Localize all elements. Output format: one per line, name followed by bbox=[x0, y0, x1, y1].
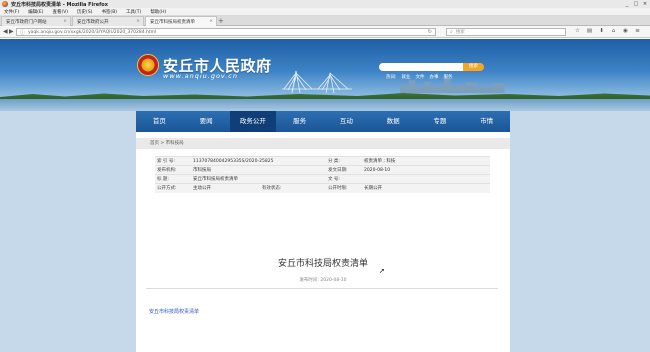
new-tab-button[interactable]: + bbox=[218, 17, 224, 25]
table-row: 标 题: 安丘市科技局权责清单 文 号: bbox=[155, 174, 490, 184]
hotword-link[interactable]: 就业 bbox=[402, 74, 411, 80]
menu-history[interactable]: 历史(S) bbox=[77, 9, 92, 15]
docno-value bbox=[362, 174, 490, 184]
category-label: 分 类: bbox=[326, 156, 362, 166]
menu-edit[interactable]: 编辑(E) bbox=[28, 9, 43, 15]
index-value: 11370784004295335S/2020-25825 bbox=[191, 156, 326, 166]
tab-label: 安丘市政府门户网站 bbox=[6, 19, 47, 25]
publish-date: 发布时间: 2020-08-10 bbox=[299, 278, 347, 283]
document-title: 安丘市科技局权责清单 bbox=[277, 259, 368, 269]
nav-data[interactable]: 数据 bbox=[370, 111, 417, 132]
site-search-input[interactable] bbox=[379, 63, 464, 71]
main-navigation: 首页 要闻 政务公开 服务 互动 数据 专题 市情 bbox=[136, 111, 510, 132]
pocket-icon[interactable]: ◉ bbox=[622, 28, 629, 34]
minimize-button[interactable]: _ bbox=[624, 1, 630, 7]
info-icon[interactable]: ⓘ bbox=[20, 29, 25, 36]
tab-bar: 安丘市政府门户网站 × 安丘市政府公开 × 安丘市科技局权责清单 × + bbox=[0, 15, 650, 26]
document-metadata-table: 索 引 号: 11370784004295335S/2020-25825 分 类… bbox=[155, 156, 490, 193]
address-bar[interactable]: ⓘ yaqk.anqiu.gov.cn/xxgk/2020/3/YAQIU202… bbox=[16, 28, 436, 36]
menu-file[interactable]: 文件(F) bbox=[4, 9, 19, 15]
hotword-link[interactable]: 办事 bbox=[430, 74, 439, 80]
nav-topics[interactable]: 专题 bbox=[417, 111, 464, 132]
table-row: 发布机构: 市科技局 发文日期: 2020-08-10 bbox=[155, 165, 490, 175]
tab-current[interactable]: 安丘市科技局权责清单 × bbox=[145, 16, 217, 26]
nav-news[interactable]: 要闻 bbox=[183, 111, 230, 132]
nav-services[interactable]: 服务 bbox=[276, 111, 323, 132]
mode-label: 公开方式: bbox=[155, 183, 191, 193]
site-banner: 安丘市人民政府 www.anqiu.gov.cn 搜索 热词: 就业 文件 办事… bbox=[0, 39, 650, 111]
close-window-button[interactable]: × bbox=[642, 1, 648, 7]
nav-home[interactable]: 首页 bbox=[136, 111, 183, 132]
window-titlebar: 安丘市科技局权责清单 - Mozilla Firefox _ □ × bbox=[0, 0, 650, 8]
star-icon[interactable]: ☆ bbox=[574, 28, 581, 34]
date-label: 发文日期: bbox=[326, 165, 362, 175]
back-arrow-icon[interactable]: ◀ bbox=[3, 28, 8, 35]
download-icon[interactable]: ⬇ bbox=[598, 28, 605, 34]
menu-view[interactable]: 查看(V) bbox=[52, 9, 68, 15]
bridge-graphic bbox=[282, 70, 352, 93]
menu-icon[interactable]: ≡ bbox=[634, 28, 641, 34]
term-label: 公开时限: bbox=[326, 183, 362, 193]
nav-city-info[interactable]: 市情 bbox=[463, 111, 510, 132]
nav-open-government[interactable]: 政务公开 bbox=[229, 111, 277, 132]
close-tab-icon[interactable]: × bbox=[63, 19, 67, 24]
hotword-link[interactable]: 文件 bbox=[416, 74, 425, 80]
breadcrumb[interactable]: 首页 > 市科技局 bbox=[136, 138, 510, 149]
window-controls: _ □ × bbox=[624, 1, 648, 7]
navigation-toolbar: ◀ ▶ ⓘ yaqk.anqiu.gov.cn/xxgk/2020/3/YAQI… bbox=[0, 26, 650, 38]
tab-open-gov[interactable]: 安丘市政府公开 × bbox=[72, 16, 144, 26]
national-emblem-logo bbox=[137, 54, 159, 76]
reload-icon[interactable]: ↻ bbox=[428, 29, 432, 35]
site-search-button[interactable]: 搜索 bbox=[463, 63, 484, 71]
url-text: yaqk.anqiu.gov.cn/xxgk/2020/3/YAQIU2020_… bbox=[28, 29, 157, 35]
category-value: 权责清单 ; 科技 bbox=[362, 156, 490, 166]
divider bbox=[146, 288, 498, 289]
tab-label: 安丘市科技局权责清单 bbox=[150, 19, 195, 25]
bookmarks-icon[interactable]: ▤ bbox=[586, 28, 593, 34]
toolbar-icons: ☆ ▤ ⬇ ⌂ ◉ ≡ bbox=[574, 28, 641, 34]
mode-value: 主动公开 bbox=[193, 186, 211, 192]
home-icon[interactable]: ⌂ bbox=[610, 28, 617, 34]
menu-bar: 文件(F) 编辑(E) 查看(V) 历史(S) 书签(B) 工具(T) 帮助(H… bbox=[0, 8, 650, 15]
search-placeholder: 搜索 bbox=[455, 30, 465, 35]
index-label: 索 引 号: bbox=[155, 156, 191, 166]
term-value: 长期公开 bbox=[362, 183, 490, 193]
mode-cell: 主动公开 有效状态: bbox=[191, 183, 326, 193]
hotword-link[interactable]: 服务 bbox=[444, 74, 453, 80]
maximize-button[interactable]: □ bbox=[633, 1, 639, 7]
site-url: www.anqiu.gov.cn bbox=[163, 72, 238, 80]
nav-interaction[interactable]: 互动 bbox=[323, 111, 370, 132]
content-panel: 首页 > 市科技局 索 引 号: 11370784004295335S/2020… bbox=[136, 132, 510, 352]
hot-words: 热词: 就业 文件 办事 服务 bbox=[386, 74, 453, 80]
close-tab-icon[interactable]: × bbox=[136, 19, 140, 24]
table-row: 索 引 号: 11370784004295335S/2020-25825 分 类… bbox=[155, 156, 490, 166]
hotwords-label: 热词: bbox=[386, 75, 397, 80]
validity-label: 有效状态: bbox=[261, 186, 282, 192]
mouse-cursor-icon: ➚ bbox=[379, 267, 385, 275]
table-row: 公开方式: 主动公开 有效状态: 公开时限: 长期公开 bbox=[155, 183, 490, 193]
forward-arrow-icon[interactable]: ▶ bbox=[9, 28, 14, 35]
attachment-link[interactable]: 安丘市科技局权责清单 bbox=[149, 308, 199, 315]
menu-bookmarks[interactable]: 书签(B) bbox=[101, 9, 117, 15]
window-title: 安丘市科技局权责清单 - Mozilla Firefox bbox=[11, 1, 108, 8]
firefox-icon bbox=[2, 1, 8, 7]
browser-search-bar[interactable]: ⌕ 搜索 bbox=[446, 28, 566, 36]
search-icon: ⌕ bbox=[450, 29, 453, 35]
river-graphic bbox=[0, 99, 650, 111]
title-label: 标 题: bbox=[155, 174, 191, 184]
date-value: 2020-08-10 bbox=[362, 165, 490, 175]
page-viewport[interactable]: 安丘市人民政府 www.anqiu.gov.cn 搜索 热词: 就业 文件 办事… bbox=[0, 39, 650, 352]
title-value: 安丘市科技局权责清单 bbox=[191, 174, 326, 184]
tab-portal[interactable]: 安丘市政府门户网站 × bbox=[1, 16, 71, 26]
issuer-label: 发布机构: bbox=[155, 165, 191, 175]
docno-label: 文 号: bbox=[326, 174, 362, 184]
menu-tools[interactable]: 工具(T) bbox=[126, 9, 141, 15]
close-tab-icon[interactable]: × bbox=[209, 19, 213, 24]
issuer-value: 市科技局 bbox=[191, 165, 326, 175]
tab-label: 安丘市政府公开 bbox=[77, 19, 109, 25]
menu-help[interactable]: 帮助(H) bbox=[150, 9, 166, 15]
